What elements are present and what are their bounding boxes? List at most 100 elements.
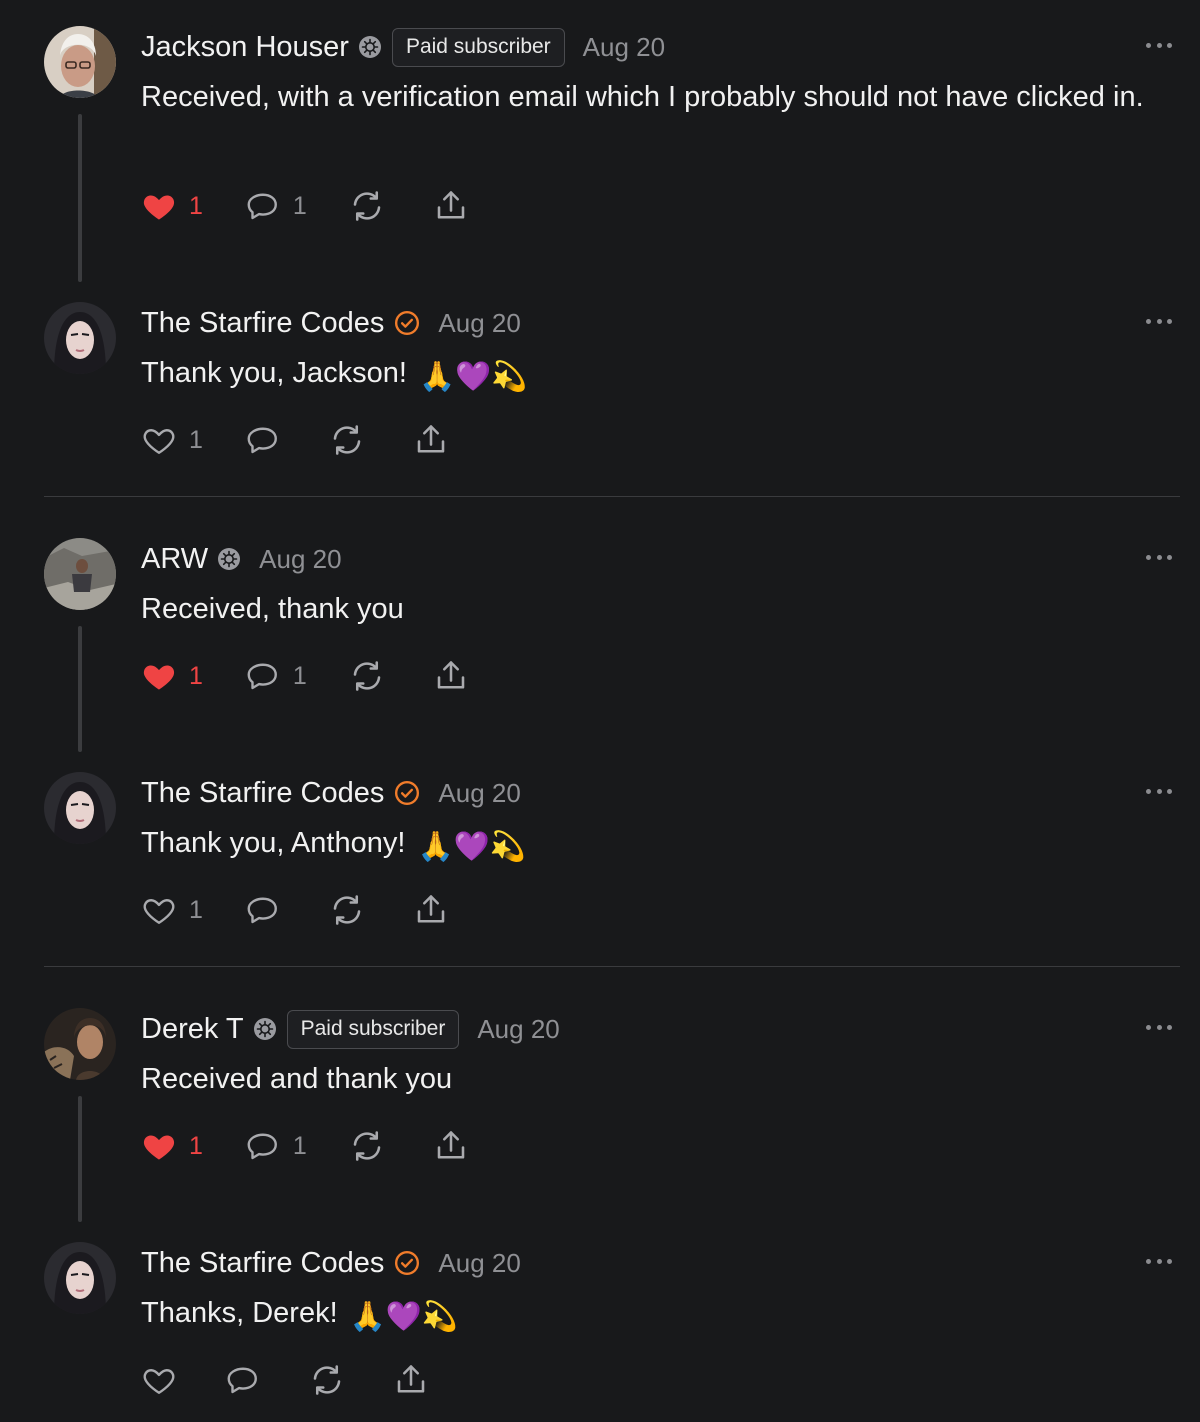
reply-count: 1 [292, 661, 307, 690]
comment-text-content: Thank you, Jackson! [141, 357, 416, 389]
comment-actions: 1 1 [141, 186, 469, 226]
verified-check-icon [394, 310, 420, 336]
comment-actions: 1 [141, 420, 449, 460]
restack-icon [349, 188, 385, 224]
avatar[interactable] [44, 772, 116, 844]
comment-date[interactable]: Aug 20 [583, 32, 665, 63]
like-count: 1 [189, 895, 203, 924]
more-options-icon[interactable] [1146, 789, 1172, 795]
avatar[interactable] [44, 1008, 116, 1080]
share-icon [413, 892, 449, 928]
comment-icon [245, 1128, 281, 1164]
comment-text: Thank you, Jackson! 🙏💜💫 [141, 352, 1181, 398]
more-options-icon[interactable] [1146, 43, 1172, 49]
comment-header: ARW Aug 20 [141, 539, 342, 579]
like-button[interactable]: 1 [141, 420, 203, 460]
author-name[interactable]: Jackson Houser [141, 31, 349, 64]
share-button[interactable] [433, 1126, 469, 1166]
like-button[interactable]: 1 [141, 1126, 203, 1166]
like-button[interactable]: 1 [141, 890, 203, 930]
like-count: 1 [189, 425, 203, 454]
comment-header: Jackson Houser Paid subscriber Aug 20 [141, 27, 665, 67]
comment-text-content: Thanks, Derek! [141, 1297, 346, 1329]
subscriber-icon [253, 1017, 277, 1041]
comment-text: Received, with a verification email whic… [141, 81, 1144, 113]
heart-filled-icon [141, 658, 177, 694]
like-button[interactable]: 1 [141, 656, 203, 696]
like-button[interactable] [141, 1360, 177, 1400]
subscriber-icon [358, 35, 382, 59]
author-name[interactable]: The Starfire Codes [141, 777, 384, 810]
more-options-icon[interactable] [1146, 1025, 1172, 1031]
restack-button[interactable] [349, 656, 385, 696]
comment-actions: 1 1 [141, 656, 469, 696]
more-options-icon[interactable] [1146, 319, 1172, 325]
restack-button[interactable] [349, 1126, 385, 1166]
verified-check-icon [394, 1250, 420, 1276]
like-count: 1 [189, 661, 203, 690]
reply-button[interactable]: 1 [245, 1126, 307, 1166]
restack-button[interactable] [329, 890, 365, 930]
emoji-group: 🙏💜💫 [417, 831, 526, 863]
subscriber-icon [217, 547, 241, 571]
paid-subscriber-badge: Paid subscriber [286, 1009, 460, 1049]
share-icon [433, 1128, 469, 1164]
restack-icon [349, 1128, 385, 1164]
thread-line [78, 114, 82, 282]
comment-text: Thanks, Derek! 🙏💜💫 [141, 1292, 1181, 1338]
share-button[interactable] [433, 656, 469, 696]
emoji-group: 🙏💜💫 [419, 361, 528, 393]
heart-filled-icon [141, 188, 177, 224]
share-button[interactable] [433, 186, 469, 226]
comment-date[interactable]: Aug 20 [438, 778, 520, 809]
restack-icon [329, 892, 365, 928]
avatar[interactable] [44, 26, 116, 98]
comment-header: The Starfire Codes Aug 20 [141, 303, 521, 343]
restack-icon [329, 422, 365, 458]
avatar[interactable] [44, 1242, 116, 1314]
comment-date[interactable]: Aug 20 [259, 544, 341, 575]
comment-icon [245, 188, 281, 224]
like-count: 1 [189, 1131, 203, 1160]
comment-text-content: Thank you, Anthony! [141, 827, 414, 859]
restack-button[interactable] [329, 420, 365, 460]
reply-button[interactable]: 1 [245, 186, 307, 226]
share-button[interactable] [413, 890, 449, 930]
comment-icon [245, 892, 281, 928]
divider [44, 966, 1180, 967]
restack-icon [309, 1362, 345, 1398]
heart-filled-icon [141, 1128, 177, 1164]
like-button[interactable]: 1 [141, 186, 203, 226]
verified-check-icon [394, 780, 420, 806]
reply-button[interactable]: 1 [245, 656, 307, 696]
restack-button[interactable] [349, 186, 385, 226]
reply-button[interactable] [245, 890, 281, 930]
restack-button[interactable] [309, 1360, 345, 1400]
avatar[interactable] [44, 538, 116, 610]
reply-button[interactable] [245, 420, 281, 460]
paid-subscriber-badge: Paid subscriber [391, 27, 565, 67]
author-name[interactable]: The Starfire Codes [141, 307, 384, 340]
heart-outline-icon [141, 1362, 177, 1398]
author-name[interactable]: ARW [141, 543, 208, 576]
comment-header: The Starfire Codes Aug 20 [141, 1243, 521, 1283]
more-options-icon[interactable] [1146, 555, 1172, 561]
more-options-icon[interactable] [1146, 1259, 1172, 1265]
avatar[interactable] [44, 302, 116, 374]
restack-icon [349, 658, 385, 694]
heart-outline-icon [141, 422, 177, 458]
share-button[interactable] [393, 1360, 429, 1400]
thread-line [78, 626, 82, 752]
comment-date[interactable]: Aug 20 [438, 1248, 520, 1279]
author-name[interactable]: The Starfire Codes [141, 1247, 384, 1280]
thread-line [78, 1096, 82, 1222]
comment-actions: 1 1 [141, 1126, 469, 1166]
author-name[interactable]: Derek T [141, 1013, 244, 1046]
share-button[interactable] [413, 420, 449, 460]
comment-text: Thank you, Anthony! 🙏💜💫 [141, 822, 1181, 868]
reply-button[interactable] [225, 1360, 261, 1400]
comment-date[interactable]: Aug 20 [477, 1014, 559, 1045]
comment-date[interactable]: Aug 20 [438, 308, 520, 339]
comment-header: The Starfire Codes Aug 20 [141, 773, 521, 813]
heart-outline-icon [141, 892, 177, 928]
